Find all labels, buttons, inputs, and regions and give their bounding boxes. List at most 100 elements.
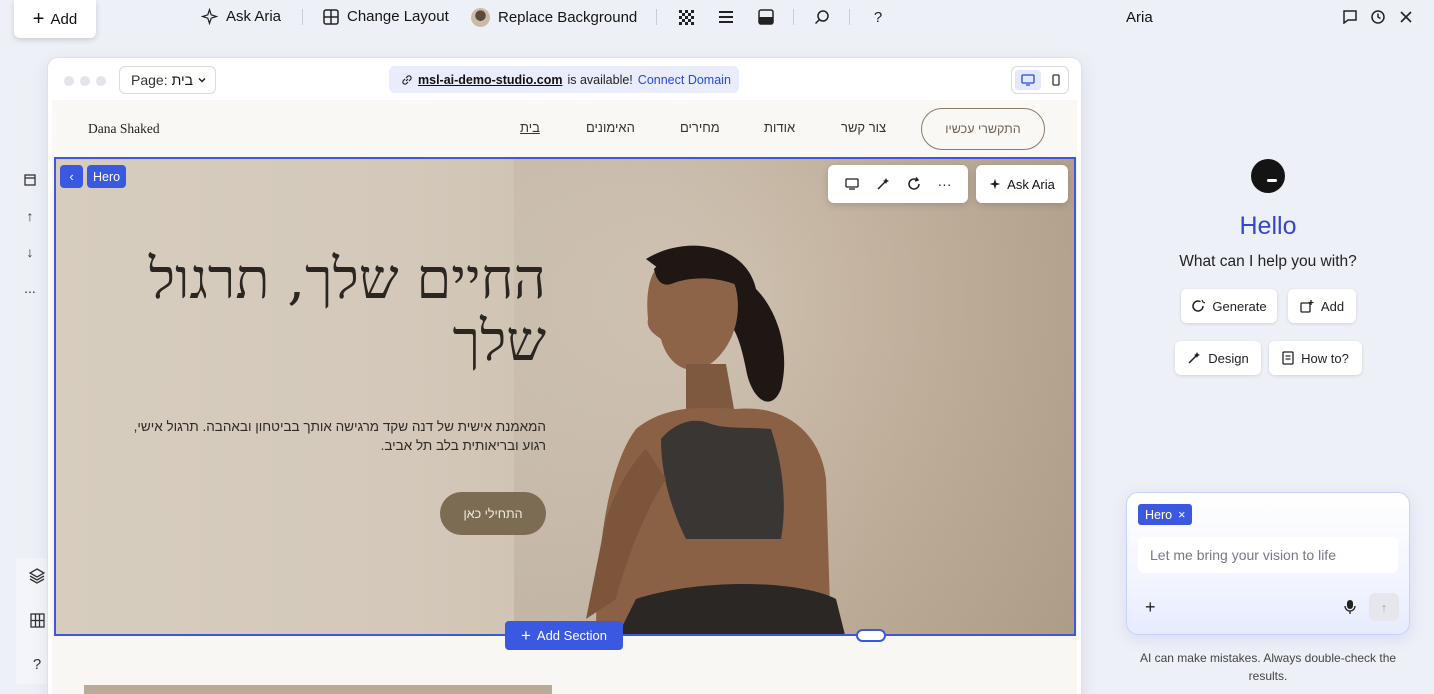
section-tag: ‹ Hero xyxy=(60,165,127,188)
magic-wand-icon xyxy=(1188,352,1201,364)
domain-banner: msl-ai-demo-studio.com is available! Con… xyxy=(389,66,739,93)
attach-plus-icon[interactable]: + xyxy=(1145,597,1156,618)
regenerate-icon[interactable] xyxy=(904,174,924,194)
section-background-icon[interactable] xyxy=(757,8,775,26)
aria-panel-title: Aria xyxy=(1126,9,1153,26)
generate-chip[interactable]: Generate xyxy=(1181,289,1277,323)
site-logo[interactable]: Dana Shaked xyxy=(88,121,160,137)
frame-toolbar: Page: בית msl-ai-demo-studio.com is avai… xyxy=(48,58,1081,100)
grid-icon[interactable] xyxy=(28,611,46,629)
help-icon[interactable]: ? xyxy=(28,655,46,673)
replace-background-label: Replace Background xyxy=(498,9,638,26)
ask-aria-button[interactable]: Ask Aria xyxy=(201,8,281,25)
transparency-icon[interactable] xyxy=(677,8,695,26)
history-clock-icon[interactable] xyxy=(1369,8,1387,26)
call-now-button[interactable]: התקשרי עכשיו xyxy=(921,108,1045,150)
ask-aria-float-button[interactable]: Ask Aria xyxy=(976,165,1068,203)
toolbar-divider xyxy=(656,9,657,25)
microphone-icon[interactable] xyxy=(1343,599,1357,615)
toolbar-divider xyxy=(849,9,850,25)
link-icon xyxy=(402,74,412,85)
top-toolbar: + Add Ask Aria Change Layout Replace Bac… xyxy=(0,0,1434,38)
toolbar-divider xyxy=(302,9,303,25)
arrow-up-icon[interactable]: ↑ xyxy=(22,208,38,224)
ask-aria-float-label: Ask Aria xyxy=(1007,176,1055,192)
site-header: Dana Shaked בית האימונים מחירים אודות צו… xyxy=(52,100,1077,157)
page-selector-prefix: Page: xyxy=(131,72,168,88)
section-floating-toolbar: ··· xyxy=(828,165,968,203)
sparkle-icon xyxy=(201,8,218,25)
help-button[interactable]: ? xyxy=(869,8,887,26)
design-chip[interactable]: Design xyxy=(1175,341,1261,375)
window-dots xyxy=(64,76,106,86)
sparkle-icon xyxy=(989,178,1001,190)
device-toggle xyxy=(1011,66,1069,94)
add-chip[interactable]: Add xyxy=(1288,289,1356,323)
ai-disclaimer: AI can make mistakes. Always double-chec… xyxy=(1139,651,1397,683)
nav-link-about[interactable]: אודות xyxy=(764,120,795,135)
nav-link-trainings[interactable]: האימונים xyxy=(586,120,635,135)
hero-section[interactable]: החיים שלך, תרגול שלך המאמנת אישית של דנה… xyxy=(54,157,1076,636)
section-resize-handle[interactable] xyxy=(856,629,886,642)
add-section-label: Add Section xyxy=(536,628,608,643)
layout-grid-icon xyxy=(323,8,339,25)
magic-wand-icon[interactable] xyxy=(873,174,893,194)
hero-subtitle[interactable]: המאמנת אישית של דנה שקד מרגישה אותך בביט… xyxy=(116,417,546,455)
plus-icon: + xyxy=(520,626,531,645)
how-to-chip-label: How to? xyxy=(1301,350,1349,366)
mobile-view-icon[interactable] xyxy=(1047,70,1065,90)
aria-avatar xyxy=(1251,159,1285,193)
aria-prompt: What can I help you with? xyxy=(1179,253,1357,270)
section-icon[interactable] xyxy=(22,172,38,188)
nav-link-home[interactable]: בית xyxy=(520,120,540,135)
search-icon[interactable] xyxy=(813,8,831,26)
design-chip-label: Design xyxy=(1208,350,1249,366)
chevron-left-icon[interactable]: ‹ xyxy=(60,165,83,188)
connect-domain-link[interactable]: Connect Domain xyxy=(638,73,731,87)
page-selector[interactable]: Page: בית xyxy=(119,66,216,94)
add-element-icon xyxy=(1300,300,1314,313)
menu-lines-icon[interactable] xyxy=(717,8,735,26)
hero-cta-button[interactable]: התחילי כאן xyxy=(440,492,546,535)
section-settings-icon[interactable] xyxy=(842,174,862,194)
arrow-down-icon[interactable]: ↓ xyxy=(22,244,38,260)
hero-title[interactable]: החיים שלך, תרגול שלך xyxy=(116,249,546,373)
add-button-label: Add xyxy=(50,10,78,28)
domain-status: is available! xyxy=(567,72,633,87)
layers-icon[interactable] xyxy=(28,567,46,585)
change-layout-button[interactable]: Change Layout xyxy=(323,8,449,25)
desktop-view-icon[interactable] xyxy=(1015,70,1041,90)
next-section-image xyxy=(84,685,552,694)
chat-input[interactable]: Let me bring your vision to life xyxy=(1138,537,1398,573)
how-to-chip[interactable]: How to? xyxy=(1269,341,1362,375)
replace-background-button[interactable]: Replace Background xyxy=(471,8,637,27)
generate-icon xyxy=(1192,299,1206,312)
remove-tag-icon[interactable]: × xyxy=(1178,508,1185,522)
nav-link-prices[interactable]: מחירים xyxy=(680,120,720,135)
plus-icon: + xyxy=(32,8,45,30)
more-options-icon[interactable]: ... xyxy=(22,280,38,296)
nav-link-contact[interactable]: צור קשר xyxy=(841,120,886,135)
change-layout-label: Change Layout xyxy=(347,8,449,25)
add-chip-label: Add xyxy=(1320,298,1345,314)
ask-aria-label: Ask Aria xyxy=(226,8,282,25)
send-button[interactable]: ↑ xyxy=(1369,593,1399,621)
chevron-down-icon xyxy=(198,77,206,83)
more-options-label: ... xyxy=(24,280,36,296)
hero-woman-image xyxy=(586,245,845,634)
generate-chip-label: Generate xyxy=(1212,298,1267,314)
close-icon[interactable] xyxy=(1397,8,1415,26)
page-selector-value: בית xyxy=(171,72,193,88)
chat-icon[interactable] xyxy=(1341,8,1359,26)
help-label: ? xyxy=(873,8,883,26)
more-actions-icon[interactable]: ··· xyxy=(935,174,955,194)
toolbar-divider xyxy=(793,9,794,25)
background-thumbnail-icon xyxy=(471,8,490,27)
add-section-button[interactable]: + Add Section xyxy=(505,621,623,650)
section-tag-label[interactable]: Hero xyxy=(87,165,127,188)
add-button[interactable]: + Add xyxy=(14,0,96,38)
aria-greeting: Hello xyxy=(1239,212,1297,240)
document-icon xyxy=(1282,351,1294,365)
domain-name[interactable]: msl-ai-demo-studio.com xyxy=(418,73,562,87)
context-tag[interactable]: Hero × xyxy=(1138,504,1193,525)
